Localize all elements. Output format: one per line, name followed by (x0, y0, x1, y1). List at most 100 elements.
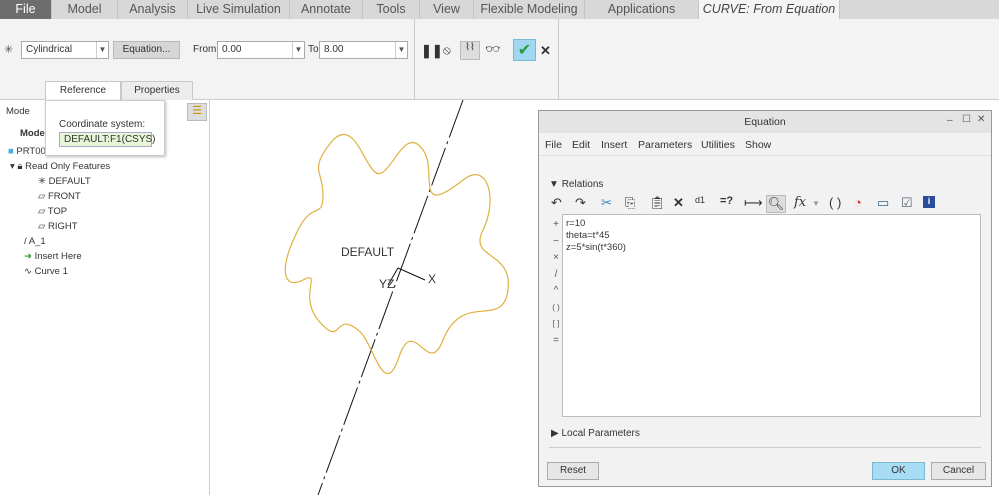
x-axis-line (397, 267, 426, 281)
equation-curve (284, 133, 509, 375)
op-minus[interactable]: − (553, 236, 559, 247)
dimension-icon[interactable]: ⟼ (744, 195, 763, 211)
chevron-down-icon: ▼ (395, 42, 407, 58)
model-tree-title: Model (20, 128, 48, 139)
undo-icon[interactable]: ↶ (551, 195, 562, 211)
op-equals[interactable]: = (553, 335, 559, 346)
paste-icon[interactable]: 📋︎ (649, 195, 666, 211)
tab-view[interactable]: View (420, 0, 474, 19)
menu-parameters[interactable]: Parameters (638, 139, 692, 151)
divider (539, 155, 991, 156)
close-icon[interactable]: ✕ (977, 114, 985, 125)
tab-file[interactable]: File (0, 0, 52, 19)
preview-icon[interactable]: ⌇⌇ (460, 41, 480, 60)
op-multiply[interactable]: × (553, 252, 559, 263)
equation-button[interactable]: Equation... (113, 41, 180, 59)
chevron-down-icon: ▼ (96, 42, 108, 58)
menu-edit[interactable]: Edit (572, 139, 590, 151)
csys-label: Coordinate system: (59, 119, 146, 130)
tab-flexible-modeling[interactable]: Flexible Modeling (474, 0, 585, 19)
from-input[interactable]: 0.00 ▼ (217, 41, 305, 59)
op-divide[interactable]: / (555, 269, 558, 280)
tab-analysis[interactable]: Analysis (118, 0, 188, 19)
units-icon[interactable]: ◔ (854, 195, 862, 210)
op-plus[interactable]: + (553, 219, 559, 230)
pause-icon[interactable]: ❚❚ (421, 43, 443, 59)
op-brackets[interactable]: [ ] (553, 319, 560, 328)
locate-icon[interactable]: 🔍︎ (766, 195, 786, 213)
op-power[interactable]: ^ (554, 285, 559, 296)
tree-item-axis[interactable]: / A_1 (24, 236, 46, 247)
tab-applications[interactable]: Applications (585, 0, 699, 19)
axis-a1 (317, 99, 464, 496)
tree-item-read-only[interactable]: ▾ 🔒︎ Read Only Features (10, 161, 110, 172)
tree-item-top[interactable]: ▱ TOP (38, 206, 67, 217)
settings-icon[interactable]: ☰ (187, 103, 207, 121)
copy-icon[interactable]: ⎘ (625, 195, 635, 211)
operator-sidebar: + − × / ^ ( ) [ ] = (551, 217, 561, 349)
model-tree-panel: Mode Model ☰ ■ PRT00 ▾ 🔒︎ Read Only Feat… (0, 100, 210, 495)
tree-item-default[interactable]: ✳ DEFAULT (38, 176, 91, 187)
tree-item-right[interactable]: ▱ RIGHT (38, 221, 78, 232)
from-label: From (193, 44, 217, 55)
csys-collector[interactable]: DEFAULT:F1(CSYS) (59, 132, 156, 147)
redo-icon[interactable]: ↷ (575, 195, 586, 211)
tree-item-insert-here[interactable]: ➜ Insert Here (24, 251, 82, 262)
ok-check-icon[interactable]: ✔ (513, 39, 536, 61)
tab-reference[interactable]: Reference (45, 81, 121, 100)
ok-button[interactable]: OK (872, 462, 925, 480)
tab-annotate[interactable]: Annotate (290, 0, 363, 19)
function-icon[interactable]: fx (794, 195, 806, 210)
no-preview-icon[interactable]: ⦸ (443, 43, 451, 58)
tab-live-simulation[interactable]: Live Simulation (188, 0, 290, 19)
info-icon[interactable]: i (923, 196, 935, 208)
relation-line: r=10 (566, 218, 586, 229)
divider (549, 447, 981, 448)
reference-popup: Coordinate system: DEFAULT:F1(CSYS) (45, 100, 165, 156)
tab-model[interactable]: Model (52, 0, 118, 19)
maximize-icon[interactable]: ☐ (962, 114, 971, 125)
divider (414, 19, 415, 100)
coord-type-select[interactable]: Cylindrical ▼ (21, 41, 109, 59)
cut-icon[interactable]: ✂ (601, 195, 612, 211)
tree-item-front[interactable]: ▱ FRONT (38, 191, 81, 202)
tab-properties[interactable]: Properties (121, 81, 193, 100)
relation-line: theta=t*45 (566, 230, 610, 241)
delete-icon[interactable]: ✕ (673, 195, 684, 211)
equation-dialog: Equation – ☐ ✕ File Edit Insert Paramete… (538, 110, 992, 487)
evaluate-icon[interactable]: =? (720, 195, 733, 207)
tab-tools[interactable]: Tools (363, 0, 420, 19)
reset-button[interactable]: Reset (547, 462, 599, 480)
cancel-x-icon[interactable]: ✕ (540, 43, 551, 59)
x-axis-label: X (428, 272, 437, 286)
csys-icon: ✳ (4, 44, 14, 56)
menu-utilities[interactable]: Utilities (701, 139, 735, 151)
dialog-title: Equation (539, 111, 991, 133)
sort-icon[interactable]: ▭ (877, 195, 889, 211)
verify-icon[interactable]: ☑ (901, 195, 913, 211)
part-icon: ■ (8, 146, 14, 157)
menu-file[interactable]: File (545, 139, 562, 151)
tree-root[interactable]: ■ PRT00 (8, 146, 46, 157)
op-parens[interactable]: ( ) (552, 303, 560, 312)
menu-show[interactable]: Show (745, 139, 771, 151)
to-input[interactable]: 8.00 ▼ (319, 41, 408, 59)
parentheses-icon[interactable]: ( ) (829, 195, 841, 210)
menu-insert[interactable]: Insert (601, 139, 627, 151)
tab-curve-from-equation[interactable]: CURVE: From Equation (699, 0, 840, 19)
to-label: To (308, 44, 319, 55)
glasses-icon[interactable]: 👓︎ (485, 42, 500, 56)
yz-axis-label: YZ (379, 277, 395, 291)
model-tree-header[interactable]: Mode (6, 106, 30, 117)
minimize-icon[interactable]: – (947, 115, 953, 126)
switch-dimensions-icon[interactable]: d1 (695, 195, 705, 205)
relations-toggle[interactable]: ▼ Relations (549, 179, 603, 190)
ribbon: ✳ Cylindrical ▼ Equation... From 0.00 ▼ To… (0, 19, 999, 100)
tree-item-curve[interactable]: ∿ Curve 1 (24, 266, 68, 277)
chevron-down-icon[interactable]: ▼ (812, 199, 820, 208)
csys-label: DEFAULT (341, 245, 395, 259)
relations-editor[interactable]: r=10 theta=t*45 z=5*sin(t*360) (562, 214, 981, 417)
cancel-button[interactable]: Cancel (931, 462, 986, 480)
coord-type-value: Cylindrical (26, 44, 73, 55)
local-parameters-toggle[interactable]: ▶ Local Parameters (551, 428, 640, 439)
